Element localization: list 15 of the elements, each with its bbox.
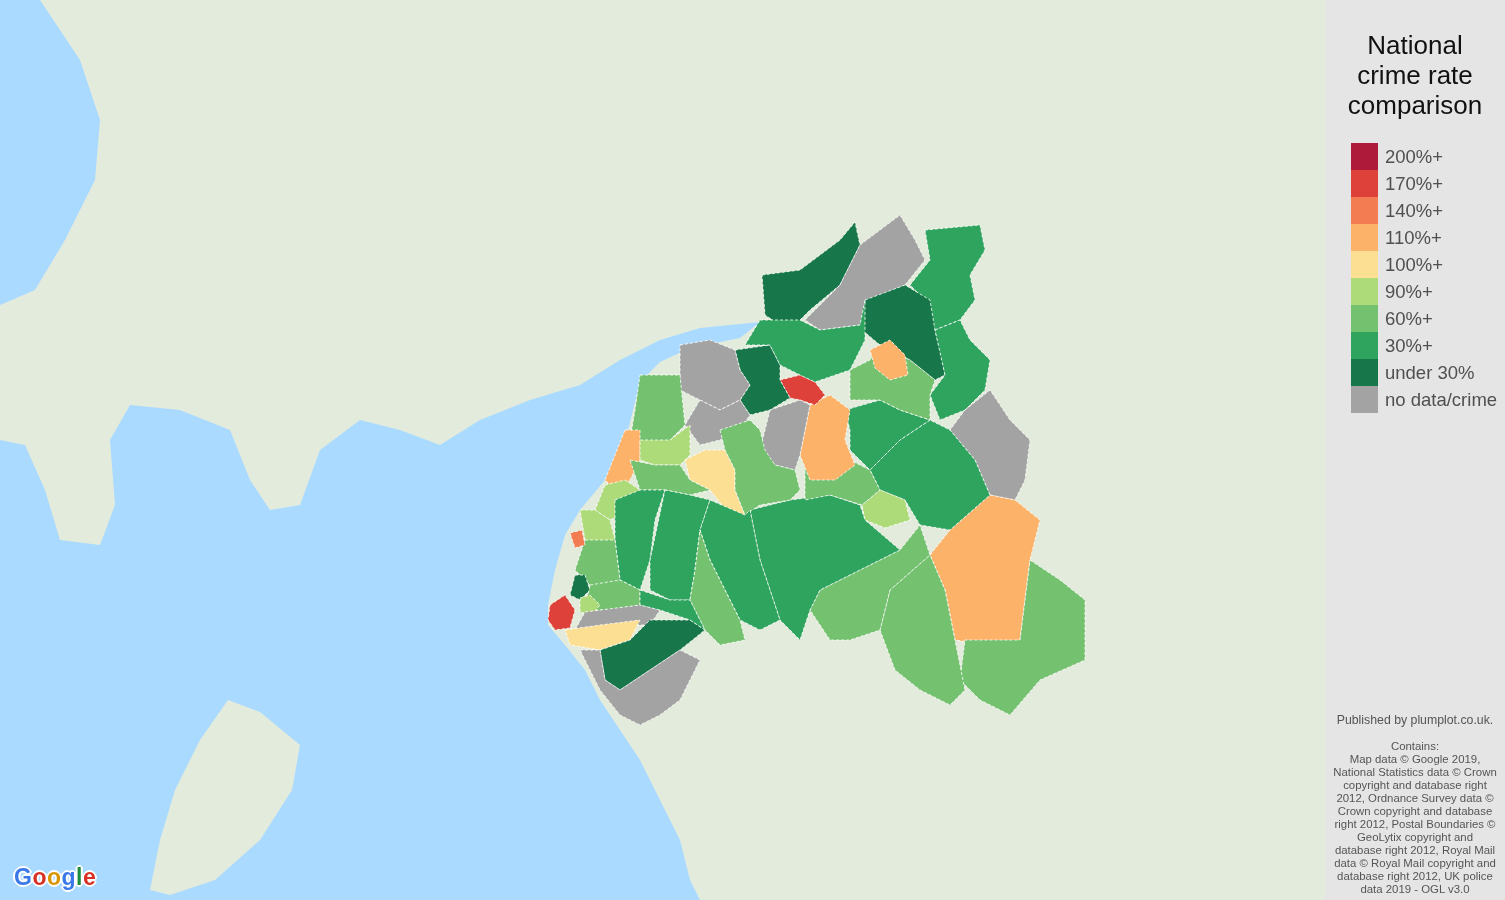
legend-title: National crime rate comparison: [1346, 30, 1484, 120]
legend-label: 200%+: [1385, 145, 1444, 168]
attribution-heading: Contains:: [1390, 740, 1440, 753]
legend-label: 140%+: [1385, 199, 1444, 222]
publisher-note: Published by plumplot.co.uk.: [1336, 712, 1494, 728]
google-logo: Google: [13, 864, 98, 890]
legend-label: 170%+: [1385, 172, 1444, 195]
legend-label: no data/crime: [1385, 388, 1498, 411]
legend-label: 90%+: [1385, 280, 1433, 303]
attribution-text: Map data © Google 2019, National Statistics data © Crown copyright and database right 2012, Ordnance Survey data © Crown copyright and database right 2012, Postal Boundaries © GeoLytix copyright and database right 2012, Royal Mail data © Royal Mail copyright and database right 2012, UK police data 2019 - OGL v3.0: [1332, 753, 1498, 896]
legend-label: 110%+: [1385, 226, 1442, 249]
legend-label: 30%+: [1385, 334, 1433, 357]
legend-label: 100%+: [1385, 253, 1444, 276]
legend-label: 60%+: [1385, 307, 1433, 330]
legend-label: under 30%: [1385, 361, 1475, 384]
